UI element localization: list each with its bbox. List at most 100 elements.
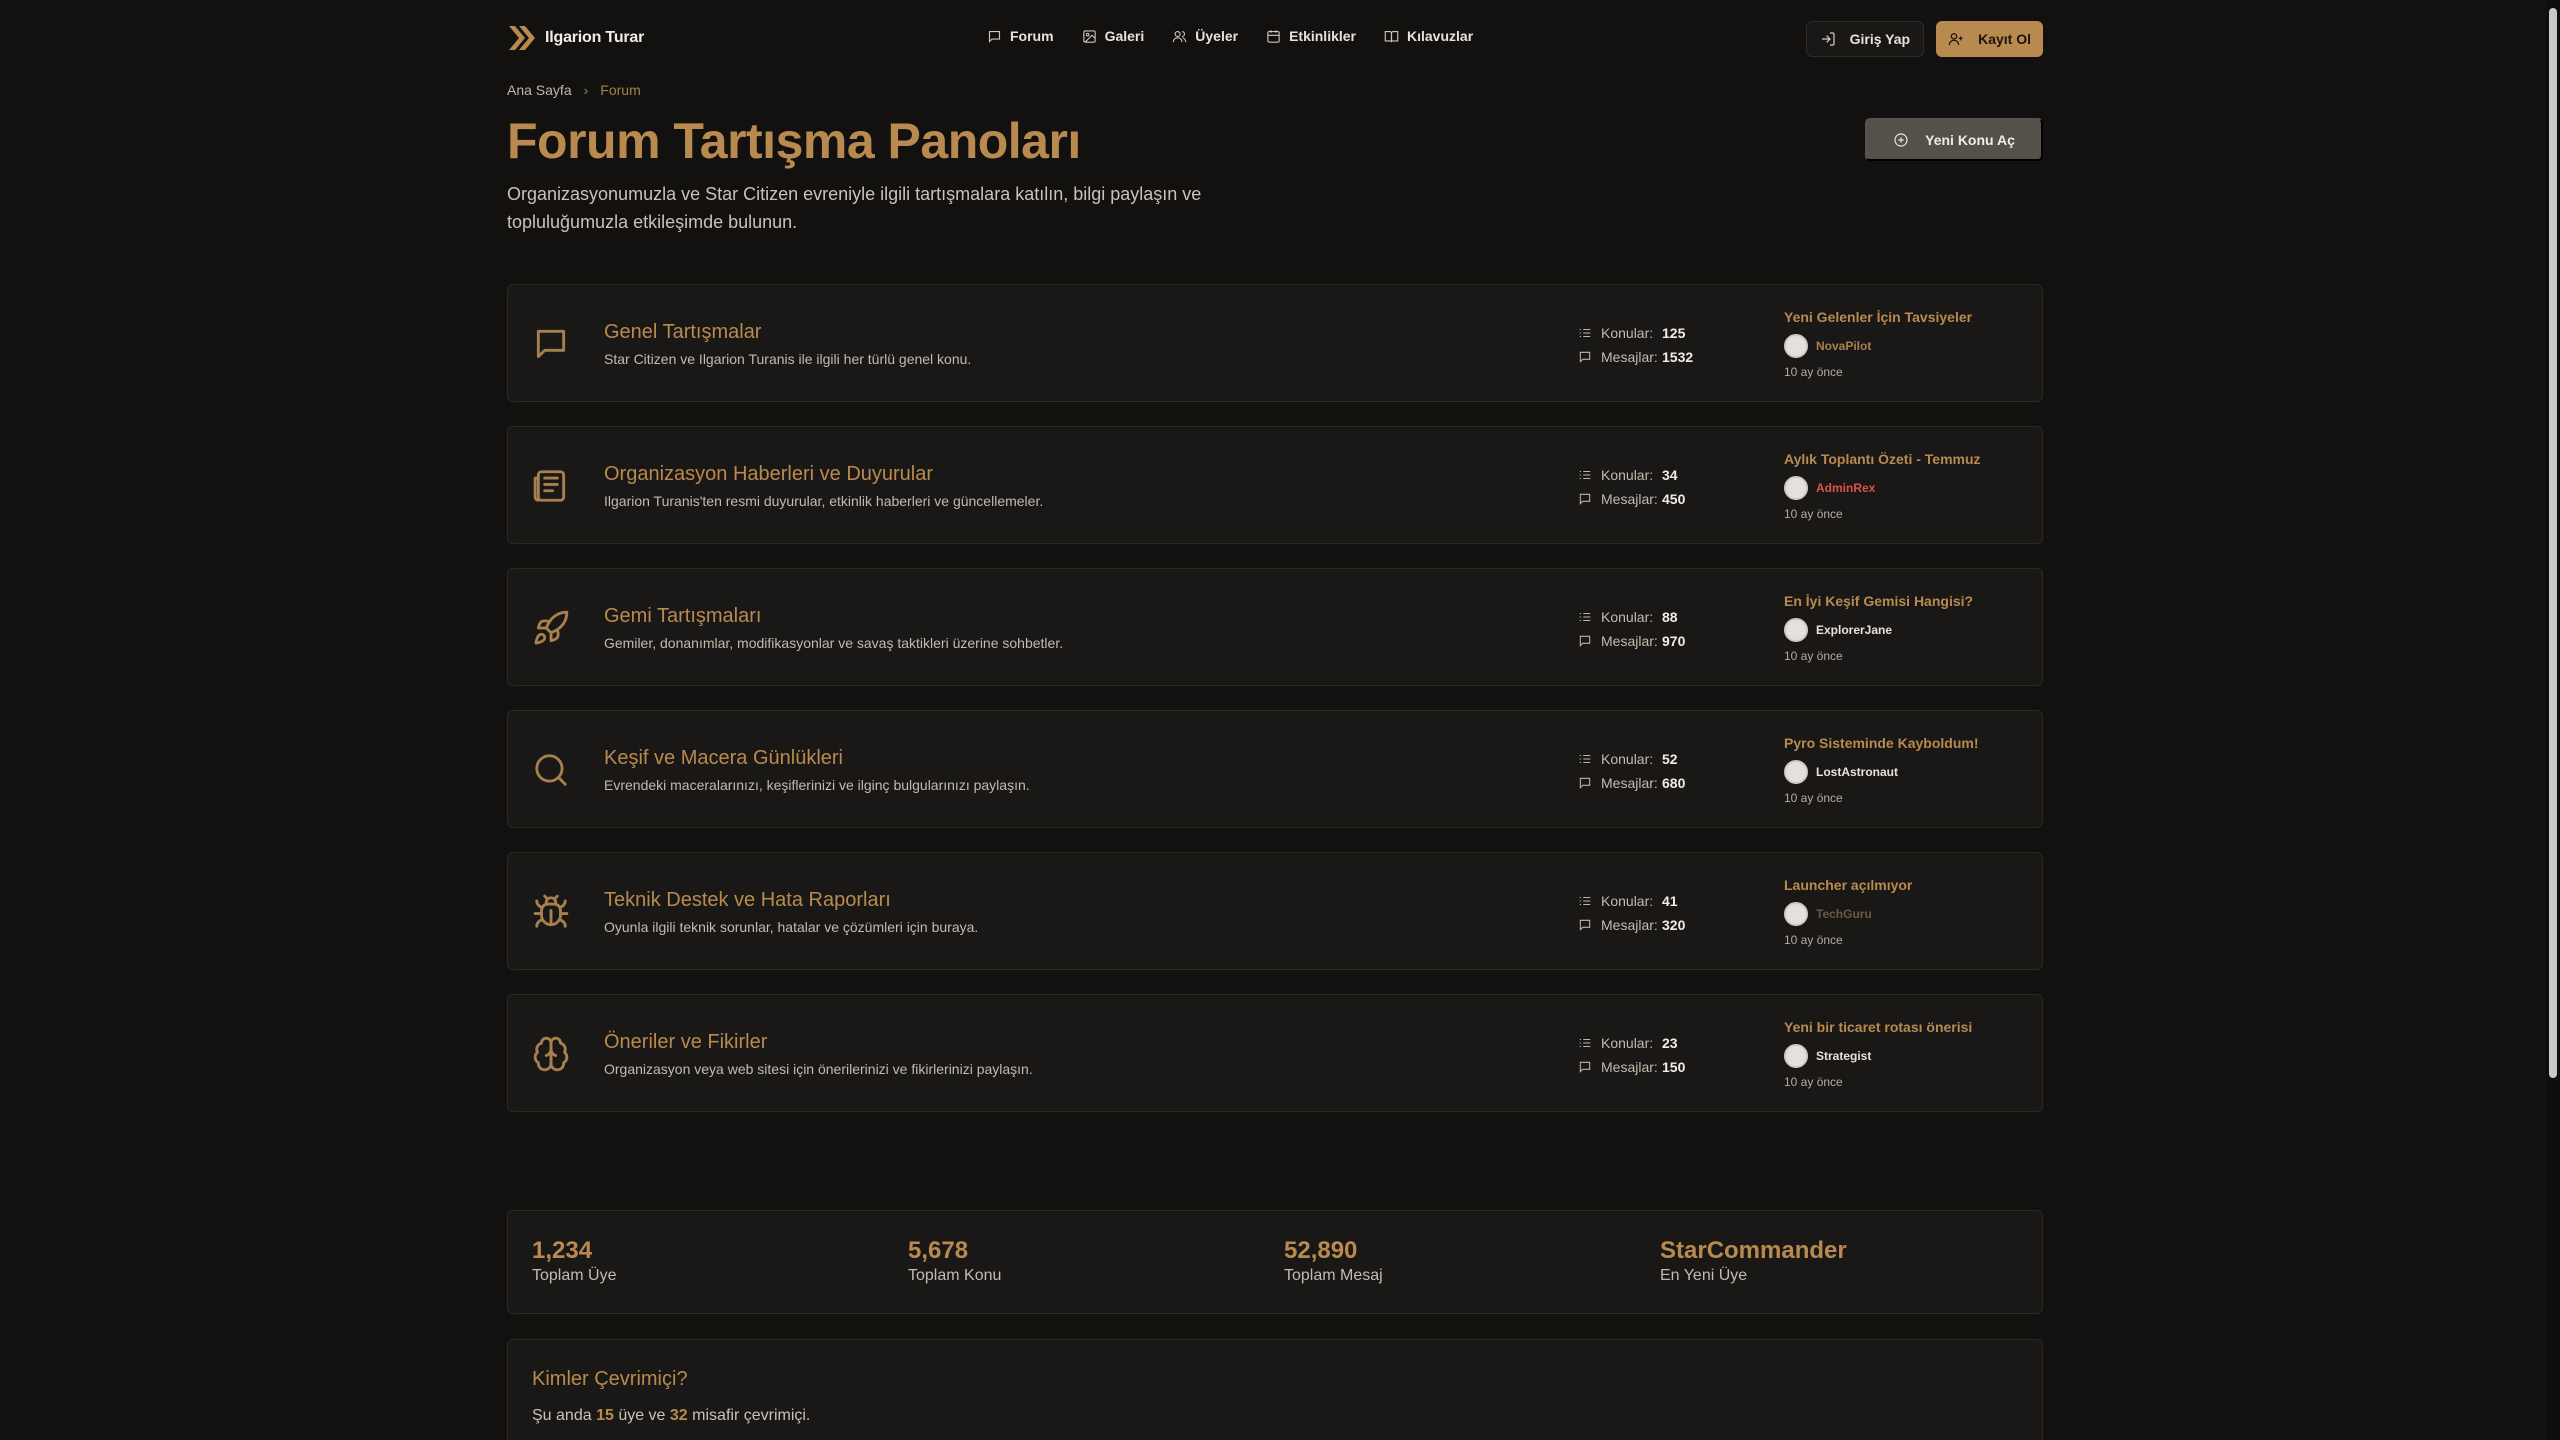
- forum-title[interactable]: Organizasyon Haberleri ve Duyurular: [604, 463, 933, 486]
- register-button[interactable]: Kayıt Ol: [1936, 21, 2043, 57]
- nav-label: Etkinlikler: [1289, 28, 1356, 44]
- messages-label: Mesajlar:: [1601, 917, 1658, 933]
- forum-description: Organizasyon veya web sitesi için öneril…: [604, 1061, 1033, 1077]
- topics-stat: Konular: 88: [1578, 605, 1685, 629]
- stat-value: 52,890: [1284, 1237, 1358, 1264]
- forum-card[interactable]: Organizasyon Haberleri ve Duyurular Ilga…: [507, 426, 2043, 544]
- breadcrumb-home[interactable]: Ana Sayfa: [507, 82, 572, 98]
- list-icon: [1579, 328, 1591, 338]
- nav-item-uyeler[interactable]: Üyeler: [1172, 28, 1238, 44]
- forum-stats: Konular: 34 Mesajlar: 450: [1578, 463, 1685, 511]
- scrollbar-thumb[interactable]: [2549, 8, 2557, 1078]
- stat-label: En Yeni Üye: [1660, 1267, 1748, 1284]
- forum-description: Ilgarion Turanis'ten resmi duyurular, et…: [604, 493, 1044, 509]
- forum-title[interactable]: Gemi Tartışmaları: [604, 605, 761, 628]
- last-post-author[interactable]: Strategist: [1784, 1044, 1972, 1068]
- last-post-title[interactable]: Yeni Gelenler İçin Tavsiyeler: [1784, 309, 1972, 325]
- forum-title[interactable]: Keşif ve Macera Günlükleri: [604, 747, 843, 770]
- forum-stats: Konular: 23 Mesajlar: 150: [1578, 1031, 1685, 1079]
- username[interactable]: Strategist: [1816, 1049, 1871, 1063]
- nav-item-etkinlikler[interactable]: Etkinlikler: [1266, 28, 1356, 44]
- last-post-time: 10 ay önce: [1784, 365, 1843, 379]
- messages-label: Mesajlar:: [1601, 491, 1658, 507]
- topics-stat: Konular: 23: [1578, 1031, 1685, 1055]
- online-members-count: 15: [596, 1407, 614, 1424]
- topics-count: 34: [1662, 467, 1678, 483]
- forum-card[interactable]: Keşif ve Macera Günlükleri Evrendeki mac…: [507, 710, 2043, 828]
- last-post-author[interactable]: NovaPilot: [1784, 334, 1972, 358]
- username[interactable]: NovaPilot: [1816, 339, 1871, 353]
- last-post-author[interactable]: TechGuru: [1784, 902, 1912, 926]
- avatar: [1784, 760, 1808, 784]
- users-icon: [1172, 30, 1187, 42]
- site-header: Ilgarion Turar Forum Galeri Üyeler Etkin…: [507, 0, 2043, 78]
- forum-card[interactable]: Genel Tartışmalar Star Citizen ve Ilgari…: [507, 284, 2043, 402]
- login-button[interactable]: Giriş Yap: [1805, 21, 1925, 57]
- stat-value: 1,234: [532, 1237, 593, 1264]
- username[interactable]: TechGuru: [1816, 907, 1872, 921]
- stat-value: 5,678: [908, 1237, 969, 1264]
- forum-description: Evrendeki maceralarınızı, keşiflerinizi …: [604, 777, 1030, 793]
- messages-stat: Mesajlar: 320: [1578, 913, 1685, 937]
- new-topic-button[interactable]: Yeni Konu Aç: [1865, 118, 2043, 161]
- brain-icon: [532, 1035, 570, 1073]
- message-icon: [1579, 493, 1591, 505]
- stat-value[interactable]: StarCommander: [1660, 1237, 1847, 1265]
- forum-title[interactable]: Teknik Destek ve Hata Raporları: [604, 889, 891, 912]
- forum-stats: Konular: 88 Mesajlar: 970: [1578, 605, 1685, 653]
- username[interactable]: LostAstronaut: [1816, 765, 1898, 779]
- nav-label: Üyeler: [1195, 28, 1239, 44]
- double-chevron-icon: [509, 26, 535, 50]
- topics-label: Konular:: [1601, 609, 1654, 625]
- avatar: [1784, 334, 1808, 358]
- forum-card[interactable]: Öneriler ve Fikirler Organizasyon veya w…: [507, 994, 2043, 1112]
- last-post-title[interactable]: En İyi Keşif Gemisi Hangisi?: [1784, 593, 1973, 609]
- message-icon: [1579, 1061, 1591, 1073]
- message-icon: [1579, 777, 1591, 789]
- last-post-title[interactable]: Aylık Toplantı Özeti - Temmuz: [1784, 451, 1981, 467]
- forum-card[interactable]: Teknik Destek ve Hata Raporları Oyunla i…: [507, 852, 2043, 970]
- forum-statistics: 1,234 Toplam Üye 5,678 Toplam Konu 52,89…: [507, 1210, 2043, 1314]
- nav-item-galeri[interactable]: Galeri: [1082, 28, 1144, 44]
- topics-stat: Konular: 125: [1578, 321, 1693, 345]
- last-post-title[interactable]: Yeni bir ticaret rotası önerisi: [1784, 1019, 1972, 1035]
- nav-item-kilavuzlar[interactable]: Kılavuzlar: [1384, 28, 1473, 44]
- last-post: Launcher açılmıyor TechGuru 10 ay önce: [1784, 877, 1912, 947]
- topics-label: Konular:: [1601, 893, 1654, 909]
- topics-stat: Konular: 34: [1578, 463, 1685, 487]
- last-post-author[interactable]: AdminRex: [1784, 476, 1981, 500]
- messages-count: 320: [1662, 917, 1686, 933]
- username[interactable]: ExplorerJane: [1816, 623, 1892, 637]
- breadcrumb: Ana Sayfa › Forum: [507, 82, 641, 98]
- page-scrollbar[interactable]: [2546, 0, 2560, 1440]
- calendar-icon: [1267, 29, 1280, 43]
- stat-label: Toplam Üye: [532, 1267, 617, 1284]
- list-icon: [1579, 470, 1591, 480]
- forum-description: Gemiler, donanımlar, modifikasyonlar ve …: [604, 635, 1064, 651]
- forum-title[interactable]: Genel Tartışmalar: [604, 321, 761, 344]
- nav-label: Kılavuzlar: [1407, 28, 1474, 44]
- list-icon: [1579, 612, 1591, 622]
- new-topic-label: Yeni Konu Aç: [1925, 131, 2015, 148]
- username[interactable]: AdminRex: [1816, 481, 1875, 495]
- auth-buttons: Giriş Yap Kayıt Ol: [1805, 21, 2043, 57]
- last-post-author[interactable]: ExplorerJane: [1784, 618, 1973, 642]
- chat-bubble-icon: [532, 325, 570, 363]
- forum-title[interactable]: Öneriler ve Fikirler: [604, 1031, 767, 1054]
- messages-count: 450: [1662, 491, 1686, 507]
- message-icon: [1579, 635, 1591, 647]
- last-post-author[interactable]: LostAstronaut: [1784, 760, 1978, 784]
- topics-count: 88: [1662, 609, 1678, 625]
- brand-logo[interactable]: Ilgarion Turar: [507, 24, 644, 52]
- login-label: Giriş Yap: [1849, 31, 1911, 47]
- last-post-title[interactable]: Pyro Sisteminde Kayboldum!: [1784, 735, 1978, 751]
- list-icon: [1579, 754, 1591, 764]
- last-post-time: 10 ay önce: [1784, 791, 1843, 805]
- last-post-title[interactable]: Launcher açılmıyor: [1784, 877, 1912, 893]
- avatar: [1784, 1044, 1808, 1068]
- newspaper-icon: [532, 467, 570, 505]
- last-post-time: 10 ay önce: [1784, 1075, 1843, 1089]
- forum-card[interactable]: Gemi Tartışmaları Gemiler, donanımlar, m…: [507, 568, 2043, 686]
- last-post-time: 10 ay önce: [1784, 507, 1843, 521]
- nav-item-forum[interactable]: Forum: [987, 28, 1054, 44]
